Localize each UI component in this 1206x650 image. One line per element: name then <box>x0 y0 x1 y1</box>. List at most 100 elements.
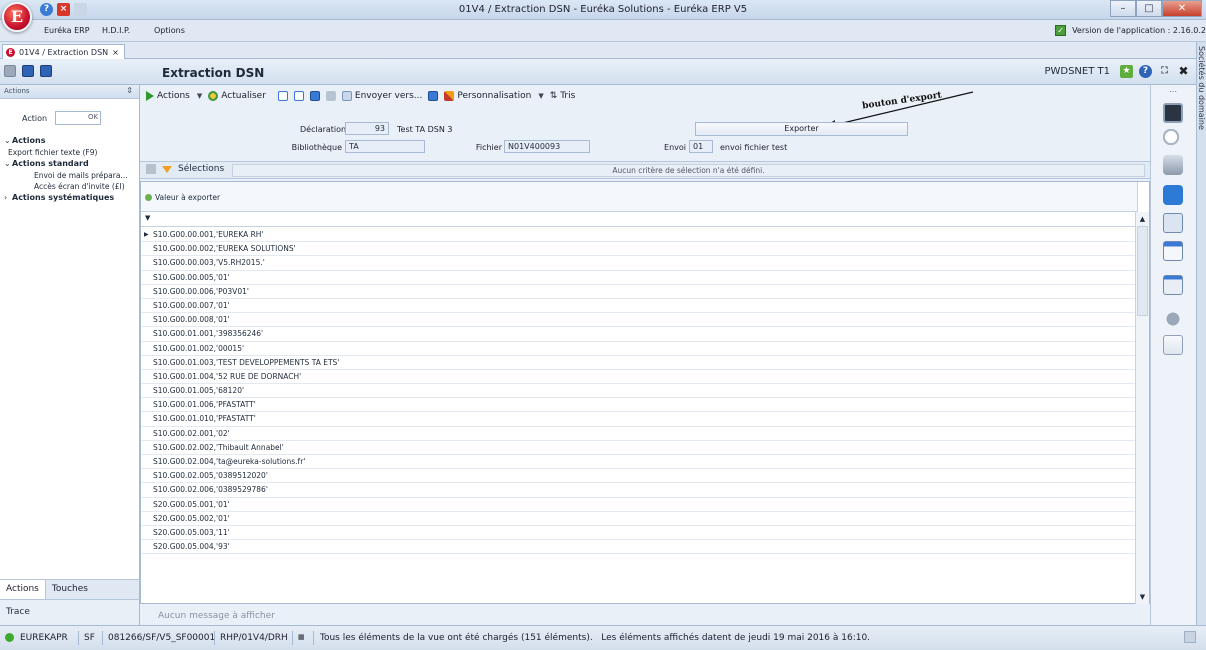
table-row[interactable]: S10.G00.00.006,'P03V01' <box>141 285 1137 299</box>
actions-menu-button[interactable]: Actions ▼ <box>146 91 202 101</box>
more-icon[interactable]: ⋯ <box>1169 87 1177 96</box>
scroll-thumb[interactable] <box>1137 226 1148 316</box>
table-row[interactable]: S10.G00.00.007,'01' <box>141 299 1137 314</box>
table-row[interactable]: S20.G00.05.004,'93' <box>141 540 1137 555</box>
table-row[interactable]: ▶ S10.G00.00.001,'EUREKA RH' <box>141 228 1137 243</box>
table-row[interactable]: S10.G00.00.002,'EUREKA SOLUTIONS' <box>141 242 1137 257</box>
action-acces-ecran-invite[interactable]: Accès écran d'invite (£I) <box>4 181 138 192</box>
table-row[interactable]: S10.G00.01.005,'68120' <box>141 384 1137 399</box>
form-view-icon <box>293 91 304 101</box>
scroll-down-icon[interactable]: ▼ <box>1136 590 1149 604</box>
table-cell: S10.G00.00.005,'01' <box>153 272 230 282</box>
table-row[interactable]: S10.G00.00.003,'V5.RH2015.' <box>141 256 1137 271</box>
close-window-button[interactable]: ✕ <box>1162 0 1202 17</box>
table-row[interactable]: S10.G00.02.005,'0389512020' <box>141 469 1137 484</box>
fichier-input[interactable]: N01V400093 <box>504 140 590 153</box>
tree-view-icon[interactable] <box>4 65 16 77</box>
action-export-fichier-texte[interactable]: Export fichier texte (F9) <box>4 147 138 158</box>
action-code-input[interactable]: OK <box>55 111 102 125</box>
search-button[interactable] <box>325 91 336 101</box>
column-header-valeur[interactable]: Valeur à exporter <box>141 182 1138 212</box>
table-row[interactable]: S10.G00.01.003,'TEST DEVELOPPEMENTS TA E… <box>141 356 1137 370</box>
comment-icon[interactable] <box>1163 185 1183 205</box>
table-row[interactable]: S20.G00.05.003,'11' <box>141 526 1137 541</box>
chart-view-button[interactable] <box>309 91 320 101</box>
tab-touches[interactable]: Touches <box>46 580 94 599</box>
trace-panel[interactable]: Trace <box>0 599 140 625</box>
table-row[interactable]: S10.G00.01.006,'PFASTATT' <box>141 398 1137 413</box>
declaration-text: Test TA DSN 3 <box>397 125 453 134</box>
excel-button[interactable] <box>428 91 439 101</box>
nav-forward-icon[interactable] <box>40 65 52 77</box>
nav-back-icon[interactable] <box>22 65 34 77</box>
table-cell: S10.G00.01.002,'00015' <box>153 343 245 353</box>
table-row[interactable]: S20.G00.05.001,'01' <box>141 498 1137 512</box>
table-row[interactable]: S10.G00.02.002,'Thibault Annabel' <box>141 441 1137 455</box>
table-row[interactable]: S10.G00.02.001,'02' <box>141 427 1137 441</box>
printer-icon[interactable] <box>1163 155 1183 175</box>
menu-eureka-erp[interactable]: Euréka ERP <box>44 26 90 35</box>
side-strip[interactable]: Sociétés du domaine <box>1196 42 1206 625</box>
close-tab-icon[interactable]: × <box>112 48 119 57</box>
tree-node-actions-standard[interactable]: ⌄Actions standard <box>4 158 138 170</box>
view-form-button[interactable] <box>293 91 304 101</box>
table-cell: S10.G00.02.004,'ta@eureka-solutions.fr' <box>153 457 306 466</box>
view-grid-button[interactable] <box>277 91 288 101</box>
bibliotheque-input[interactable]: TA <box>345 140 425 153</box>
toolbar: Actions ▼ Actualiser Envoyer vers... Per… <box>140 85 1150 107</box>
help-icon[interactable]: ? <box>1139 65 1152 78</box>
export-button[interactable]: Exporter <box>695 122 908 136</box>
settings-icon[interactable] <box>1163 309 1183 329</box>
grid-filter-row[interactable]: ▼ <box>141 212 1137 227</box>
envoi-text: envoi fichier test <box>720 143 788 152</box>
fullscreen-icon[interactable]: ⛶ <box>1158 65 1171 78</box>
table-row[interactable]: S10.G00.00.005,'01' <box>141 271 1137 285</box>
status-end-icon[interactable] <box>1184 631 1196 643</box>
status-separator <box>292 631 293 645</box>
table-row[interactable]: S10.G00.01.002,'00015' <box>141 342 1137 356</box>
table-row[interactable]: S10.G00.02.004,'ta@eureka-solutions.fr' <box>141 455 1137 470</box>
tree-node-actions-systematiques[interactable]: › Actions systématiques <box>4 192 138 204</box>
main-content: Actions ▼ Actualiser Envoyer vers... Per… <box>140 85 1150 626</box>
filter-dropdown-icon[interactable]: ▼ <box>145 214 150 222</box>
table-row[interactable]: S20.G00.05.002,'01' <box>141 512 1137 526</box>
refresh-button[interactable]: Actualiser <box>208 91 266 101</box>
zoom-icon[interactable] <box>1163 129 1183 149</box>
status-message: Tous les éléments de la vue ont été char… <box>320 633 871 643</box>
table-row[interactable]: S10.G00.00.008,'01' <box>141 313 1137 328</box>
send-to-button[interactable]: Envoyer vers... <box>341 91 422 101</box>
tree-node-actions[interactable]: ⌄Actions <box>4 135 138 147</box>
table-row[interactable]: S10.G00.01.001,'398356246' <box>141 327 1137 342</box>
selections-button[interactable]: Sélections <box>146 164 224 174</box>
vertical-scrollbar[interactable]: ▲ ▼ <box>1135 212 1149 604</box>
table-cell: S10.G00.02.001,'02' <box>153 428 230 438</box>
action-envoi-mails[interactable]: Envoi de mails prépara... <box>4 170 138 181</box>
tab-extraction-dsn[interactable]: E 01V4 / Extraction DSN × <box>2 44 125 59</box>
maximize-button[interactable]: □ <box>1136 0 1162 17</box>
app-menu-orb-icon[interactable]: E <box>2 2 32 32</box>
pin-icon[interactable]: ⇕ <box>126 86 133 95</box>
chevron-down-icon: ▼ <box>196 92 203 100</box>
grid-view-icon <box>277 91 288 101</box>
sort-button[interactable]: ⇅ Tris <box>550 91 576 101</box>
favorites-icon[interactable]: ★ <box>1120 65 1133 78</box>
new-document-icon[interactable] <box>1163 335 1183 355</box>
terminal-icon[interactable] <box>1163 103 1183 123</box>
clear-filter-icon[interactable] <box>146 164 156 174</box>
personnalisation-menu-button[interactable]: Personnalisation ▼ <box>444 91 544 101</box>
envoi-input[interactable]: 01 <box>689 140 713 153</box>
declaration-input[interactable]: 93 <box>345 122 389 135</box>
table-icon[interactable] <box>1163 241 1183 261</box>
report-icon[interactable] <box>1163 213 1183 233</box>
table-row[interactable]: S10.G00.01.004,'52 RUE DE DORNACH' <box>141 370 1137 385</box>
table-row[interactable]: S10.G00.02.006,'0389529786' <box>141 483 1137 498</box>
scroll-up-icon[interactable]: ▲ <box>1136 212 1149 226</box>
minimize-button[interactable]: – <box>1110 0 1136 17</box>
add-sheet-icon[interactable] <box>1163 275 1183 295</box>
close-screen-icon[interactable]: ✖ <box>1177 65 1190 78</box>
ok-button[interactable]: OK <box>88 113 98 121</box>
menu-hdip[interactable]: H.D.I.P. <box>102 26 130 35</box>
table-row[interactable]: S10.G00.01.010,'PFASTATT' <box>141 412 1137 427</box>
tab-actions[interactable]: Actions <box>0 580 46 599</box>
menu-options[interactable]: Options <box>154 26 185 35</box>
